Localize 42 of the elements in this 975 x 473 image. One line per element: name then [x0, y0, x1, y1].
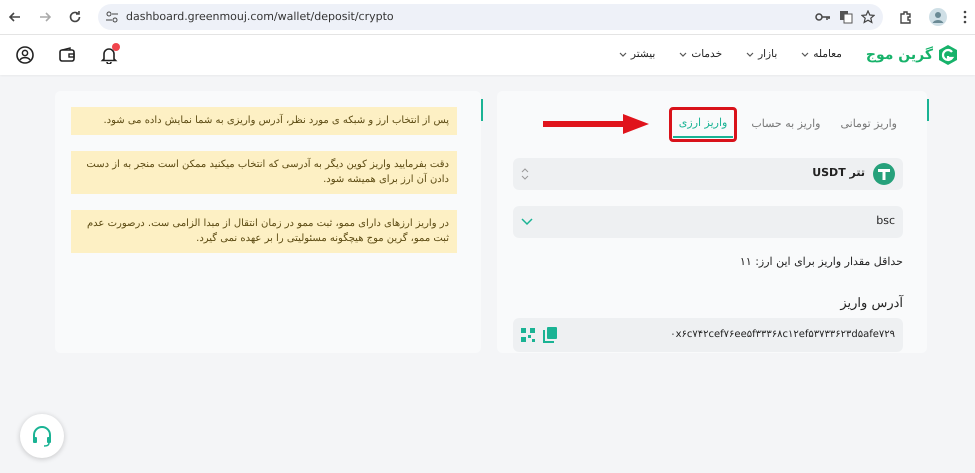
nav-menu-item[interactable]: معامله	[801, 47, 842, 63]
coin-value: تتر USDT	[811, 165, 865, 182]
tab[interactable]: واریز تومانی	[834, 112, 903, 136]
support-button[interactable]	[20, 414, 64, 458]
address-text: ۰x۶c۷۴۲cef۷۶ee۵f۳۳۳۶۸c۱۲ef۵۳۷۳۳۶۲۳d۵afe۷۲۹	[669, 328, 895, 342]
network-value: bsc	[875, 213, 895, 230]
profile-avatar-icon[interactable]	[929, 8, 947, 26]
back-icon[interactable]	[8, 10, 22, 24]
caret-icon	[801, 52, 810, 58]
nav-menu-item[interactable]: بازار	[746, 47, 778, 63]
chevron-down-icon	[521, 218, 533, 226]
address-bar[interactable]: dashboard.greenmouj.com/wallet/deposit/crypto	[98, 4, 883, 30]
url-text: dashboard.greenmouj.com/wallet/deposit/crypto	[126, 8, 395, 25]
star-icon[interactable]	[861, 10, 875, 24]
caret-icon	[618, 52, 627, 58]
site-settings-icon[interactable]	[106, 11, 118, 23]
accent-bar	[481, 99, 483, 121]
address-label: آدرس واریز	[838, 294, 903, 313]
coin-select[interactable]: تتر USDT	[513, 158, 903, 190]
nav-menu-item[interactable]: خدمات	[679, 47, 722, 63]
key-icon[interactable]	[815, 12, 831, 22]
accent-bar	[927, 99, 929, 121]
note-text: در واریز ارزهای دارای ممو، ثبت ممو در زمان انتقال از مبدا الزامی ست. درصورت عدم ثبت ممو، گرین موج هیچگونه مسئولیتی را بر عهده نمی گیرد.	[71, 210, 457, 252]
extensions-icon[interactable]	[899, 10, 913, 24]
logo-icon[interactable]	[937, 44, 959, 66]
sort-icon	[521, 168, 529, 180]
bell-icon[interactable]	[100, 46, 118, 64]
wallet-icon[interactable]	[58, 46, 76, 64]
user-icon[interactable]	[16, 46, 34, 64]
headset-icon	[30, 424, 54, 448]
tab[interactable]: واریز به حساب	[745, 112, 826, 136]
browser-menu-icon[interactable]	[963, 10, 967, 24]
caret-icon	[746, 52, 754, 58]
nav-menu-item[interactable]: بیشتر	[618, 47, 656, 63]
note-text: دقت بفرمایید واریز کوین دیگر به آدرسی که انتخاب میکنید ممکن است منجر به از دست دادن آن ارز برای همیشه شود.	[71, 150, 457, 194]
network-select[interactable]: bsc	[513, 206, 903, 238]
min-amount-text: حداقل مقدار واریز برای این ارز: ۱۱	[738, 254, 903, 270]
reload-icon[interactable]	[68, 10, 82, 24]
translate-icon[interactable]	[839, 10, 853, 24]
note-text: پس از انتخاب ارز و شبکه ی مورد نظر، آدرس واریزی به شما نمایش داده می شود.	[71, 107, 457, 134]
tether-icon	[873, 162, 895, 184]
caret-icon	[679, 52, 688, 58]
